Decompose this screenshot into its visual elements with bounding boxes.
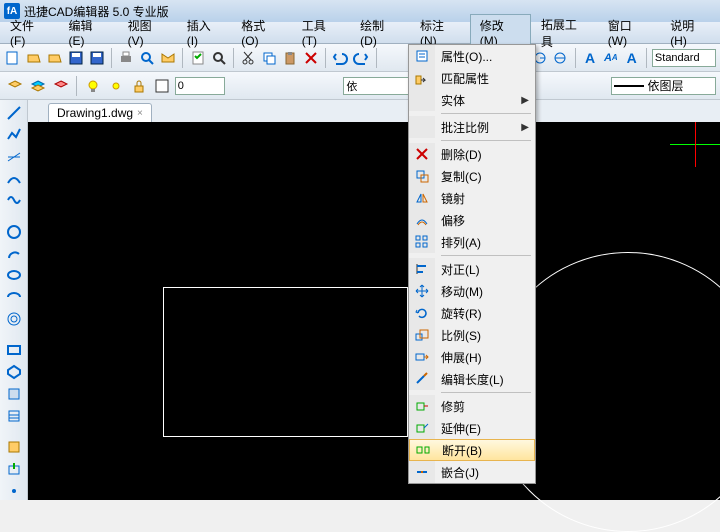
saveas-icon[interactable] bbox=[87, 47, 106, 69]
delete-icon[interactable] bbox=[301, 47, 320, 69]
undo-icon[interactable] bbox=[331, 47, 350, 69]
layer-icon-3[interactable] bbox=[50, 75, 71, 97]
menu-stretch[interactable]: 伸展(H) bbox=[409, 346, 535, 368]
point-icon[interactable] bbox=[3, 482, 25, 500]
menu-format[interactable]: 格式(O) bbox=[231, 14, 291, 51]
rect-icon[interactable] bbox=[3, 341, 25, 359]
menu-insert[interactable]: 插入(I) bbox=[177, 14, 232, 51]
menu-delete[interactable]: 删除(D) bbox=[409, 143, 535, 165]
menu-trim[interactable]: 修剪 bbox=[409, 395, 535, 417]
new-icon[interactable] bbox=[4, 47, 23, 69]
menu-align[interactable]: 对正(L) bbox=[409, 258, 535, 280]
line-icon[interactable] bbox=[3, 104, 25, 122]
menu-break[interactable]: 断开(B) bbox=[409, 439, 535, 461]
save-icon[interactable] bbox=[66, 47, 85, 69]
menu-window[interactable]: 窗口(W) bbox=[598, 14, 660, 51]
ellipse-icon[interactable] bbox=[3, 266, 25, 284]
dim-icon-5[interactable] bbox=[551, 47, 570, 69]
menu-file[interactable]: 文件(F) bbox=[0, 14, 58, 51]
submenu-arrow-icon: ▶ bbox=[521, 122, 529, 133]
bylayer-combo[interactable]: 依图层 bbox=[611, 77, 716, 95]
menu-copy[interactable]: 复制(C) bbox=[409, 165, 535, 187]
arc2-icon[interactable] bbox=[3, 245, 25, 263]
color-square-icon[interactable] bbox=[152, 75, 173, 97]
ellipse-arc-icon[interactable] bbox=[3, 288, 25, 306]
drawn-rectangle bbox=[163, 287, 408, 437]
bulb-icon[interactable] bbox=[82, 75, 103, 97]
region-icon[interactable] bbox=[3, 385, 25, 403]
crosshair-v bbox=[695, 122, 696, 167]
toolbar-2: 依 依图层 bbox=[0, 72, 720, 100]
open2-icon[interactable] bbox=[46, 47, 65, 69]
layer-icon-2[interactable] bbox=[27, 75, 48, 97]
print-icon[interactable] bbox=[117, 47, 136, 69]
polygon-icon[interactable] bbox=[3, 363, 25, 381]
menu-lengthen[interactable]: 编辑长度(L) bbox=[409, 368, 535, 390]
find-icon[interactable] bbox=[209, 47, 228, 69]
tab-close-icon[interactable]: × bbox=[137, 108, 143, 119]
copy-icon[interactable] bbox=[260, 47, 279, 69]
submenu-arrow-icon: ▶ bbox=[521, 95, 529, 106]
text-a-icon[interactable]: A bbox=[581, 47, 600, 69]
redo-icon[interactable] bbox=[352, 47, 371, 69]
menu-mirror[interactable]: 镜射 bbox=[409, 187, 535, 209]
menubar: 文件(F) 编辑(E) 视图(V) 插入(I) 格式(O) 工具(T) 绘制(D… bbox=[0, 22, 720, 44]
spline-icon[interactable] bbox=[3, 192, 25, 210]
style-combo[interactable]: Standard bbox=[652, 49, 716, 67]
cut-icon[interactable] bbox=[239, 47, 258, 69]
menu-entity[interactable]: 实体▶ bbox=[409, 89, 535, 111]
paste-icon[interactable] bbox=[280, 47, 299, 69]
insert-icon[interactable] bbox=[3, 460, 25, 478]
menu-offset[interactable]: 偏移 bbox=[409, 209, 535, 231]
drawing-canvas[interactable] bbox=[28, 122, 720, 500]
hatch-icon[interactable] bbox=[3, 407, 25, 425]
menu-rotate[interactable]: 旋转(R) bbox=[409, 302, 535, 324]
text-a2-icon[interactable]: A bbox=[622, 47, 641, 69]
menu-join[interactable]: 嵌合(J) bbox=[409, 461, 535, 483]
text-aa-icon[interactable]: AA bbox=[601, 47, 620, 69]
preview-icon[interactable] bbox=[138, 47, 157, 69]
menu-tools[interactable]: 工具(T) bbox=[292, 14, 350, 51]
menu-array[interactable]: 排列(A) bbox=[409, 231, 535, 253]
layer-icon-1[interactable] bbox=[4, 75, 25, 97]
send-icon[interactable] bbox=[159, 47, 178, 69]
menu-properties[interactable]: 属性(O)... bbox=[409, 45, 535, 67]
circle-icon[interactable] bbox=[3, 223, 25, 241]
menu-edit[interactable]: 编辑(E) bbox=[58, 14, 117, 51]
menu-help[interactable]: 说明(H) bbox=[660, 14, 720, 51]
left-toolbar bbox=[0, 100, 28, 500]
lock-icon[interactable] bbox=[129, 75, 150, 97]
block-icon[interactable] bbox=[3, 438, 25, 456]
menu-view[interactable]: 视图(V) bbox=[118, 14, 177, 51]
tab-label: Drawing1.dwg bbox=[57, 106, 133, 120]
menu-extend[interactable]: 延伸(E) bbox=[409, 417, 535, 439]
audit-icon[interactable] bbox=[188, 47, 207, 69]
menu-draw[interactable]: 绘制(D) bbox=[350, 14, 410, 51]
ray-icon[interactable] bbox=[3, 148, 25, 166]
menu-scale[interactable]: 比例(S) bbox=[409, 324, 535, 346]
open-icon[interactable] bbox=[25, 47, 44, 69]
sun-icon[interactable] bbox=[105, 75, 126, 97]
menu-annoscale[interactable]: 批注比例▶ bbox=[409, 116, 535, 138]
polyline-icon[interactable] bbox=[3, 126, 25, 144]
file-tab[interactable]: Drawing1.dwg × bbox=[48, 103, 152, 122]
tabbar: Drawing1.dwg × bbox=[28, 100, 720, 122]
donut-icon[interactable] bbox=[3, 310, 25, 328]
layer-input[interactable] bbox=[175, 77, 225, 95]
menu-match[interactable]: 匹配属性 bbox=[409, 67, 535, 89]
modify-dropdown: 属性(O)... 匹配属性 实体▶ 批注比例▶ 删除(D) 复制(C) 镜射 偏… bbox=[408, 44, 536, 484]
menu-move[interactable]: 移动(M) bbox=[409, 280, 535, 302]
arc-icon[interactable] bbox=[3, 170, 25, 188]
